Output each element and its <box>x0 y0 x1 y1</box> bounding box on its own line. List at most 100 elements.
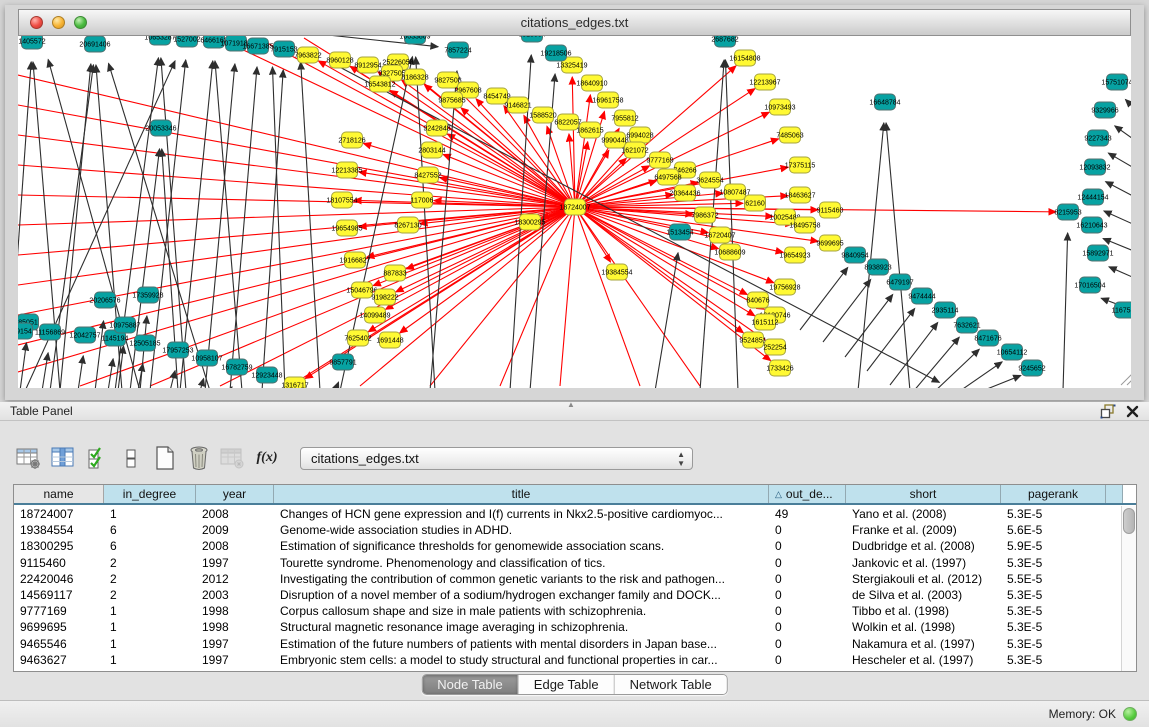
table-cell[interactable]: 2012 <box>196 572 274 586</box>
graph-node[interactable]: 62160 <box>745 195 766 211</box>
column-header-pagerank[interactable]: pagerank <box>1001 485 1106 503</box>
graph-node[interactable]: 12213967 <box>749 74 780 90</box>
black-edge[interactable] <box>700 60 724 388</box>
graph-node[interactable]: 9699695 <box>816 235 843 251</box>
column-visibility-button[interactable] <box>48 445 78 471</box>
table-source-combobox[interactable]: citations_edges.txt ▲▼ <box>300 447 693 470</box>
graph-node[interactable]: 9115460 <box>817 202 844 218</box>
table-cell[interactable]: 0 <box>769 588 846 602</box>
graph-node[interactable]: 840676 <box>746 292 769 308</box>
black-edge[interactable] <box>42 353 48 388</box>
graph-node[interactable]: 19166827 <box>339 252 370 268</box>
graph-node[interactable]: 19654985 <box>331 220 362 236</box>
table-cell[interactable]: 0 <box>769 604 846 618</box>
graph-node[interactable]: 1513454 <box>666 224 693 240</box>
table-cell[interactable]: 0 <box>769 556 846 570</box>
table-row[interactable]: 1830029562008Estimation of significance … <box>14 538 1121 554</box>
zoom-window-icon[interactable] <box>74 16 87 29</box>
graph-node[interactable]: 10688609 <box>714 244 745 260</box>
graph-node[interactable]: 7915153 <box>270 41 297 57</box>
table-vertical-scrollbar[interactable] <box>1121 506 1136 671</box>
graph-node[interactable]: 8960128 <box>326 52 353 68</box>
table-cell[interactable]: Jankovic et al. (1997) <box>846 556 1001 570</box>
table-cell[interactable]: 18300295 <box>14 539 104 553</box>
graph-node[interactable]: 16782759 <box>221 359 252 375</box>
table-cell[interactable]: Estimation of significance thresholds fo… <box>274 539 769 553</box>
black-edge[interactable] <box>108 359 113 388</box>
graph-node[interactable]: 9146821 <box>504 97 531 113</box>
column-header-title[interactable]: title <box>274 485 769 503</box>
table-cell[interactable]: 6 <box>104 539 196 553</box>
black-edge[interactable] <box>272 67 285 388</box>
table-cell[interactable]: 1 <box>104 507 196 521</box>
graph-node[interactable]: 8813054 <box>518 36 545 42</box>
splitter-handle-icon[interactable]: ▲ <box>567 400 575 409</box>
graph-node[interactable]: 9875685 <box>438 92 465 108</box>
table-cell[interactable]: 1 <box>104 620 196 634</box>
graph-node[interactable]: 17359928 <box>132 287 163 303</box>
graph-node[interactable]: 9227343 <box>1084 130 1111 146</box>
graph-node[interactable]: 7963822 <box>294 47 321 63</box>
graph-node[interactable]: 16648784 <box>869 94 900 110</box>
graph-node[interactable]: 1316717 <box>281 377 308 388</box>
table-cell[interactable]: 1 <box>104 637 196 651</box>
black-edge[interactable] <box>205 64 235 388</box>
table-cell[interactable]: 18724007 <box>14 507 104 521</box>
graph-node[interactable]: 8471676 <box>974 330 1001 346</box>
table-cell[interactable]: 5.9E-5 <box>1001 539 1106 553</box>
black-edge[interactable] <box>1104 211 1131 230</box>
table-row[interactable]: 1938455462009Genome-wide association stu… <box>14 522 1121 538</box>
red-edge[interactable] <box>18 105 575 207</box>
column-header-spacer[interactable] <box>1106 485 1123 503</box>
table-cell[interactable]: 0 <box>769 539 846 553</box>
table-cell[interactable]: 5.3E-5 <box>1001 556 1106 570</box>
network-canvas[interactable]: 7963822896012889129542522605893275051654… <box>18 36 1131 388</box>
graph-node[interactable]: 10958107 <box>191 350 222 366</box>
black-edge[interactable] <box>1106 182 1131 203</box>
graph-node[interactable]: 15892971 <box>1082 245 1113 261</box>
table-cell[interactable]: 2003 <box>196 588 274 602</box>
graph-node[interactable]: 7986372 <box>691 207 718 223</box>
table-cell[interactable]: 1997 <box>196 653 274 667</box>
red-edge[interactable] <box>575 207 640 386</box>
graph-node[interactable]: 1691448 <box>376 332 403 348</box>
graph-node[interactable]: 15751074 <box>1101 74 1131 90</box>
graph-node[interactable]: 1588520 <box>529 107 556 123</box>
resize-grip-icon[interactable] <box>1121 366 1131 385</box>
table-cell[interactable]: 2 <box>104 588 196 602</box>
graph-node[interactable]: 9245652 <box>1018 360 1045 376</box>
table-cell[interactable]: 5.5E-5 <box>1001 572 1106 586</box>
graph-node[interactable]: 3624554 <box>696 172 723 188</box>
table-cell[interactable]: 0 <box>769 523 846 537</box>
network-window-titlebar[interactable]: citations_edges.txt <box>18 9 1131 36</box>
table-settings-button[interactable] <box>14 445 44 471</box>
graph-node[interactable]: 9777169 <box>646 152 673 168</box>
table-cell[interactable]: 9115460 <box>14 556 104 570</box>
table-row[interactable]: 946554611997Estimation of the future num… <box>14 636 1121 652</box>
table-cell[interactable]: de Silva et al. (2003) <box>846 588 1001 602</box>
delete-table-button[interactable] <box>218 445 248 471</box>
unselect-all-button[interactable] <box>116 445 146 471</box>
column-header-out_de...[interactable]: △out_de... <box>769 485 846 503</box>
graph-node[interactable]: 8427552 <box>414 167 441 183</box>
table-cell[interactable]: 5.3E-5 <box>1001 637 1106 651</box>
table-cell[interactable]: Wolkin et al. (1998) <box>846 620 1001 634</box>
graph-node[interactable]: 1615112 <box>752 314 779 330</box>
tab-network-table[interactable]: Network Table <box>615 675 727 694</box>
table-row[interactable]: 977716911998Corpus callosum shape and si… <box>14 603 1121 619</box>
black-edge[interactable] <box>1108 153 1131 175</box>
network-graph[interactable]: 7963822896012889129542522605893275051654… <box>18 36 1131 388</box>
black-edge[interactable] <box>170 371 175 388</box>
table-row[interactable]: 2242004622012Investigating the contribut… <box>14 571 1121 587</box>
table-cell[interactable]: 2009 <box>196 523 274 537</box>
table-cell[interactable]: 5.3E-5 <box>1001 620 1106 634</box>
column-header-name[interactable]: name <box>14 485 104 503</box>
table-row[interactable]: 1872400712008Changes of HCN gene express… <box>14 506 1121 522</box>
black-edge[interactable] <box>335 382 339 388</box>
table-cell[interactable]: 9465546 <box>14 637 104 651</box>
graph-node[interactable]: 6479197 <box>886 274 913 290</box>
graph-node[interactable]: 9840954 <box>841 247 868 263</box>
black-edge[interactable] <box>800 268 848 330</box>
table-cell[interactable]: 0 <box>769 653 846 667</box>
table-cell[interactable]: 9777169 <box>14 604 104 618</box>
